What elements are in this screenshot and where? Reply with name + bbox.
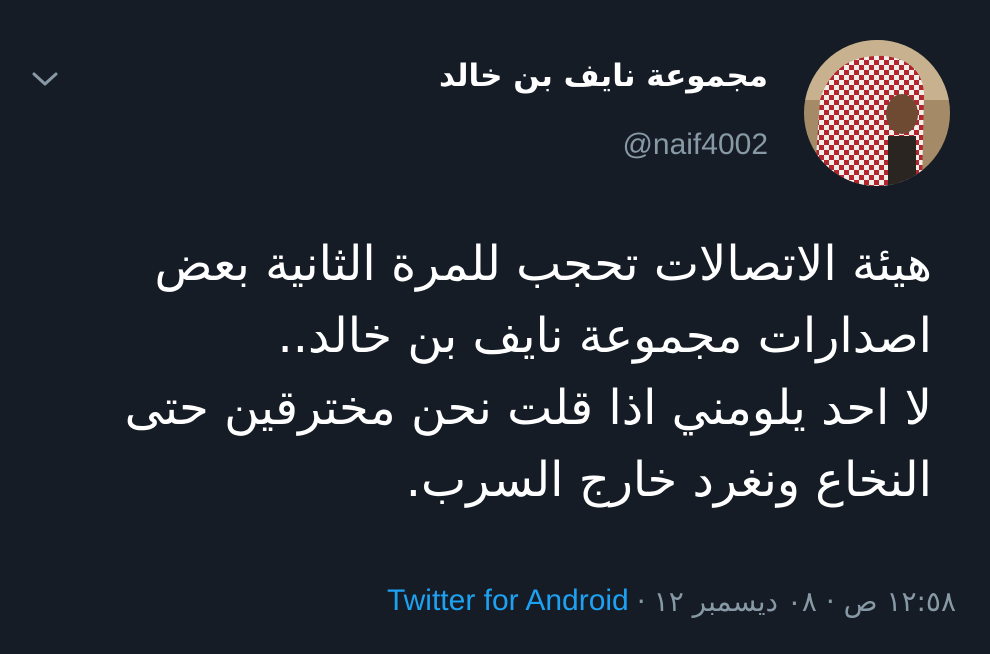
- tweet-meta: Twitter for Android · ١٢:٥٨ ص · ٠٨ ديسمب…: [387, 584, 956, 618]
- avatar[interactable]: [804, 40, 950, 186]
- tweet-text: هيئة الاتصالات تحجب للمرة الثانية بعض اص…: [32, 228, 932, 516]
- tweet-text-line: اصدارات مجموعة نايف بن خالد..: [277, 308, 932, 364]
- tweet-card: مجموعة نايف بن خالد @naif4002 هيئة الاتص…: [0, 0, 990, 654]
- timestamp[interactable]: ١٢:٥٨ ص · ٠٨ ديسمبر ١٢: [654, 585, 956, 618]
- tweet-text-line: هيئة الاتصالات تحجب للمرة الثانية بعض: [154, 236, 932, 292]
- meta-separator: ·: [636, 584, 646, 618]
- avatar-image: [804, 40, 950, 186]
- display-name[interactable]: مجموعة نايف بن خالد: [439, 58, 768, 94]
- user-handle[interactable]: @naif4002: [622, 128, 768, 162]
- tweet-text-line: النخاع ونغرد خارج السرب.: [405, 452, 932, 508]
- source-link[interactable]: Twitter for Android: [387, 584, 629, 618]
- chevron-down-icon[interactable]: [28, 62, 62, 96]
- tweet-text-line: لا احد يلومني اذا قلت نحن مخترقين حتى: [124, 380, 932, 436]
